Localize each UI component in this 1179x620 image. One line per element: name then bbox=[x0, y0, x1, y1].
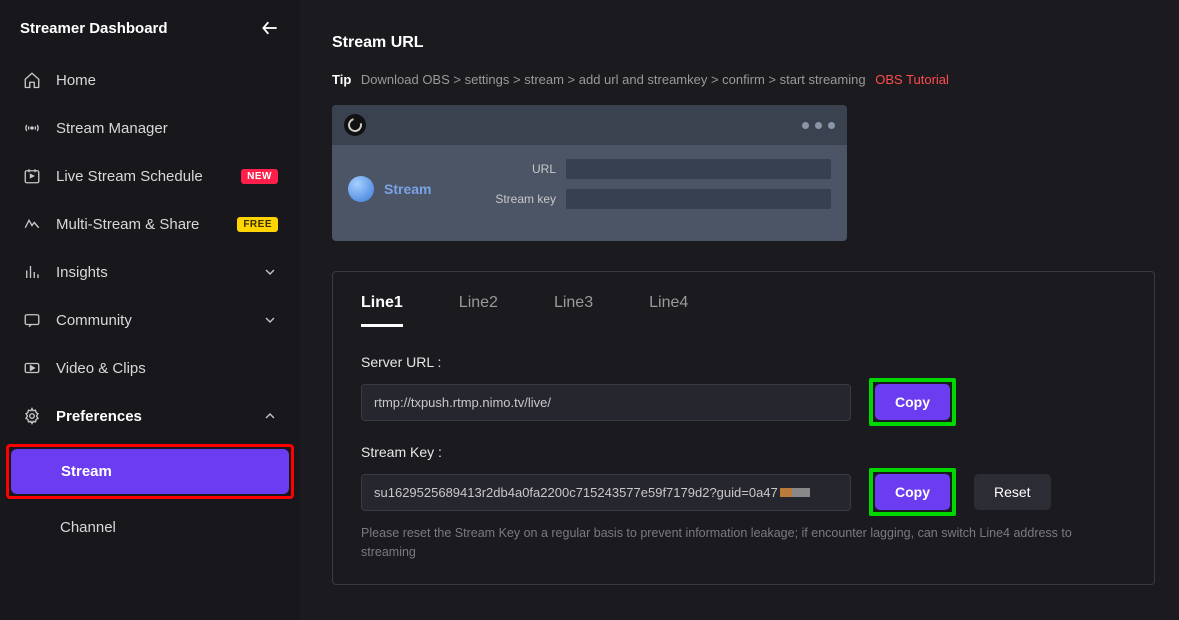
masked-tail bbox=[780, 488, 810, 497]
sub-item-label: Channel bbox=[60, 519, 116, 536]
new-badge: NEW bbox=[241, 169, 278, 184]
line-tabs: Line1 Line2 Line3 Line4 bbox=[361, 294, 1126, 328]
server-url-row: Copy bbox=[361, 378, 1126, 426]
window-dots-icon bbox=[802, 122, 835, 129]
sidebar-item-label: Multi-Stream & Share bbox=[56, 216, 199, 233]
home-icon bbox=[22, 70, 42, 90]
sidebar-item-label: Live Stream Schedule bbox=[56, 168, 203, 185]
tab-line3[interactable]: Line3 bbox=[554, 294, 593, 327]
server-url-label: Server URL : bbox=[361, 354, 1126, 370]
gear-icon bbox=[22, 406, 42, 426]
obs-key-input bbox=[566, 189, 831, 209]
sidebar-header: Streamer Dashboard bbox=[0, 12, 300, 52]
sidebar-item-label: Stream Manager bbox=[56, 120, 168, 137]
obs-key-label: Stream key bbox=[478, 192, 556, 206]
calendar-icon bbox=[22, 166, 42, 186]
copy-url-button[interactable]: Copy bbox=[875, 384, 950, 420]
chevron-down-icon bbox=[262, 312, 278, 328]
sub-item-label: Stream bbox=[61, 463, 112, 480]
copy-key-button[interactable]: Copy bbox=[875, 474, 950, 510]
highlight-copy-url: Copy bbox=[869, 378, 956, 426]
server-url-input[interactable] bbox=[361, 384, 851, 421]
highlight-stream-subitem: Stream bbox=[6, 444, 294, 499]
share-icon bbox=[22, 214, 42, 234]
video-icon bbox=[22, 358, 42, 378]
sidebar: Streamer Dashboard Home Stream Manager L… bbox=[0, 0, 300, 620]
sidebar-item-preferences[interactable]: Preferences bbox=[10, 392, 290, 440]
stream-panel: Line1 Line2 Line3 Line4 Server URL : Cop… bbox=[332, 271, 1155, 585]
reset-button[interactable]: Reset bbox=[974, 474, 1051, 510]
sidebar-item-multistream[interactable]: Multi-Stream & Share FREE bbox=[10, 200, 290, 248]
sidebar-item-label: Community bbox=[56, 312, 132, 329]
tab-line1[interactable]: Line1 bbox=[361, 294, 403, 327]
chat-icon bbox=[22, 310, 42, 330]
sidebar-item-insights[interactable]: Insights bbox=[10, 248, 290, 296]
tip-text: Download OBS > settings > stream > add u… bbox=[361, 72, 866, 87]
obs-stream-label: Stream bbox=[384, 181, 431, 197]
highlight-copy-key: Copy bbox=[869, 468, 956, 516]
collapse-icon[interactable] bbox=[260, 18, 280, 38]
obs-preview: Stream URL Stream key bbox=[332, 105, 847, 241]
sidebar-item-label: Insights bbox=[56, 264, 108, 281]
stream-key-input[interactable]: su1629525689413r2db4a0fa2200c715243577e5… bbox=[361, 474, 851, 511]
chevron-down-icon bbox=[262, 264, 278, 280]
chart-icon bbox=[22, 262, 42, 282]
sub-list: Stream bbox=[11, 449, 289, 494]
sub-list: Channel bbox=[0, 505, 300, 550]
sidebar-item-label: Video & Clips bbox=[56, 360, 146, 377]
obs-sidebar: Stream bbox=[348, 159, 478, 219]
sidebar-item-label: Preferences bbox=[56, 408, 142, 425]
obs-url-label: URL bbox=[478, 162, 556, 176]
help-text: Please reset the Stream Key on a regular… bbox=[361, 524, 1126, 562]
broadcast-icon bbox=[22, 118, 42, 138]
stream-key-value: su1629525689413r2db4a0fa2200c715243577e5… bbox=[374, 485, 778, 500]
tip-word: Tip bbox=[332, 72, 351, 87]
sidebar-item-video[interactable]: Video & Clips bbox=[10, 344, 290, 392]
globe-icon bbox=[348, 176, 374, 202]
chevron-up-icon bbox=[262, 408, 278, 424]
sidebar-item-community[interactable]: Community bbox=[10, 296, 290, 344]
obs-logo-icon bbox=[344, 114, 366, 136]
free-badge: FREE bbox=[237, 217, 278, 232]
obs-url-input bbox=[566, 159, 831, 179]
sidebar-item-label: Home bbox=[56, 72, 96, 89]
obs-tutorial-link[interactable]: OBS Tutorial bbox=[875, 72, 949, 87]
obs-titlebar bbox=[332, 105, 847, 145]
sub-item-channel[interactable]: Channel bbox=[10, 505, 290, 550]
page-title: Stream URL bbox=[332, 34, 1155, 52]
tab-line2[interactable]: Line2 bbox=[459, 294, 498, 327]
obs-fields: URL Stream key bbox=[478, 159, 831, 219]
nav-list: Home Stream Manager Live Stream Schedule… bbox=[0, 52, 300, 444]
sidebar-item-stream-manager[interactable]: Stream Manager bbox=[10, 104, 290, 152]
sidebar-item-schedule[interactable]: Live Stream Schedule NEW bbox=[10, 152, 290, 200]
sub-item-stream[interactable]: Stream bbox=[11, 449, 289, 494]
tip-line: Tip Download OBS > settings > stream > a… bbox=[332, 72, 1155, 87]
stream-key-row: su1629525689413r2db4a0fa2200c715243577e5… bbox=[361, 468, 1126, 516]
tab-line4[interactable]: Line4 bbox=[649, 294, 688, 327]
sidebar-item-home[interactable]: Home bbox=[10, 56, 290, 104]
obs-body: Stream URL Stream key bbox=[332, 145, 847, 241]
main-content: Stream URL Tip Download OBS > settings >… bbox=[300, 0, 1179, 620]
stream-key-label: Stream Key : bbox=[361, 444, 1126, 460]
sidebar-title: Streamer Dashboard bbox=[20, 20, 168, 37]
